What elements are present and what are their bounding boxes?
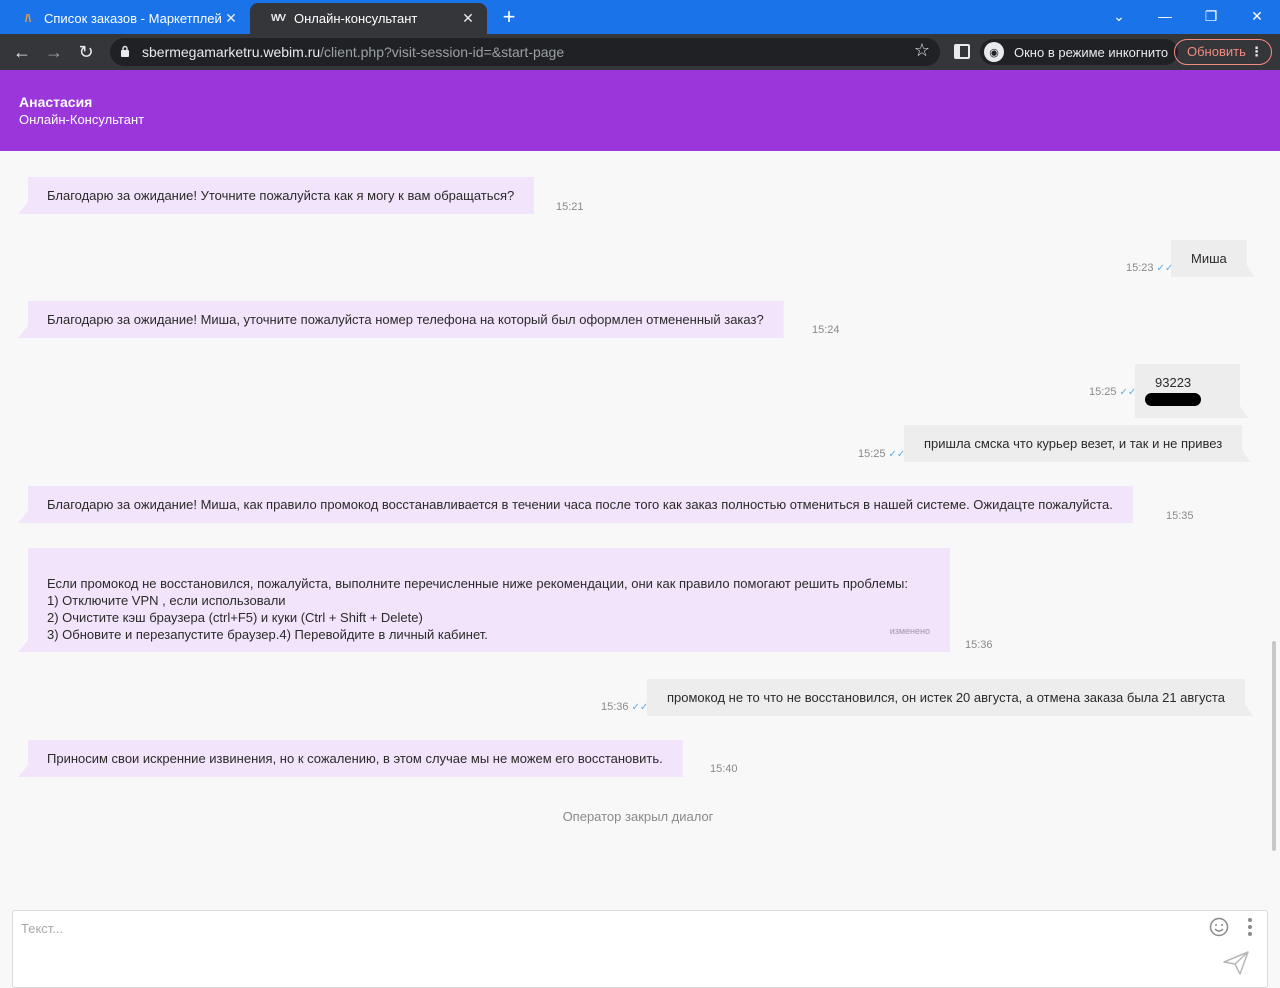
minimize-icon[interactable]: — xyxy=(1142,4,1188,28)
edited-label: изменено xyxy=(889,626,930,636)
browser-tab-bar: /\ Список заказов - Маркетплейс ✕ WV Онл… xyxy=(0,0,1280,34)
message-text: Если промокод не восстановился, пожалуйс… xyxy=(47,576,908,642)
dialog-closed-note: Оператор закрыл диалог xyxy=(562,809,714,824)
tab-title: Онлайн-консультант xyxy=(294,11,418,26)
address-bar[interactable]: sbermegamarketru.webim.ru/client.php?vis… xyxy=(110,38,940,66)
operator-message: Приносим свои искренние извинения, но к … xyxy=(18,740,683,777)
operator-message: Благодарю за ожидание! Миша, уточните по… xyxy=(18,301,784,338)
incognito-indicator[interactable]: ◉ Окно в режиме инкогнито xyxy=(980,39,1179,65)
menu-kebab-icon[interactable]: ⋮ xyxy=(1250,40,1263,64)
lock-icon xyxy=(121,45,129,57)
chat-history[interactable]: Благодарю за ожидание! Уточните пожалуйс… xyxy=(0,151,1280,910)
new-tab-plus-icon[interactable]: + xyxy=(497,5,521,29)
back-arrow-icon[interactable]: ← xyxy=(10,40,34,64)
incognito-icon: ◉ xyxy=(984,42,1004,62)
operator-message: Благодарю за ожидание! Уточните пожалуйс… xyxy=(18,177,534,214)
message-time: 15:25 ✓✓ xyxy=(858,448,906,460)
update-browser-button[interactable]: Обновить ⋮ xyxy=(1174,39,1272,65)
operator-header: Анастасия Онлайн-Консультант xyxy=(0,70,1280,151)
read-check-icon: ✓✓ xyxy=(888,449,906,460)
read-check-icon: ✓✓ xyxy=(631,702,649,713)
operator-message: Если промокод не восстановился, пожалуйс… xyxy=(18,548,950,652)
tab-title: Список заказов - Маркетплейс xyxy=(44,11,222,26)
read-check-icon: ✓✓ xyxy=(1156,263,1174,274)
message-text: 93223 xyxy=(1155,375,1192,390)
operator-message: Благодарю за ожидание! Миша, как правило… xyxy=(18,486,1133,523)
browser-toolbar: ← → ↻ sbermegamarketru.webim.ru/client.p… xyxy=(0,34,1280,70)
reload-icon[interactable]: ↻ xyxy=(74,40,98,64)
tab-online-consultant[interactable]: WV Онлайн-консультант ✕ xyxy=(250,3,487,34)
user-message: пришла смска что курьер везет, и так и н… xyxy=(904,425,1250,462)
operator-name: Анастасия xyxy=(19,94,93,110)
message-time: 15:40 xyxy=(710,763,738,775)
window-close-icon[interactable]: ✕ xyxy=(1234,4,1280,28)
restore-icon[interactable]: ❐ xyxy=(1188,4,1234,28)
message-input[interactable] xyxy=(21,921,1201,981)
user-message: Миша xyxy=(1171,240,1255,277)
tab-search-chevron-icon[interactable]: ⌄ xyxy=(1096,4,1142,28)
read-check-icon: ✓✓ xyxy=(1119,387,1137,398)
message-text: Благодарю за ожидание! Уточните пожалуйс… xyxy=(47,188,515,203)
emoji-icon[interactable] xyxy=(1209,917,1229,937)
close-icon[interactable]: ✕ xyxy=(222,10,240,27)
message-text: Миша xyxy=(1191,251,1227,266)
side-panel-icon[interactable] xyxy=(954,44,970,59)
message-time: 15:36 xyxy=(965,639,993,651)
bookmark-star-icon[interactable]: ☆ xyxy=(914,40,930,61)
update-label: Обновить xyxy=(1187,44,1246,59)
redacted-phone-mark xyxy=(1145,393,1201,406)
user-message: 93223 xyxy=(1135,364,1248,418)
send-icon[interactable] xyxy=(1223,951,1249,975)
chat-scrollbar[interactable] xyxy=(1272,641,1276,851)
close-icon[interactable]: ✕ xyxy=(459,10,477,27)
message-time: 15:25 ✓✓ xyxy=(1089,386,1137,398)
message-time: 15:24 xyxy=(812,324,840,336)
more-options-icon[interactable] xyxy=(1247,917,1253,937)
message-time: 15:36 ✓✓ xyxy=(601,701,649,713)
message-time: 15:35 xyxy=(1166,510,1194,522)
message-time: 15:21 xyxy=(556,201,584,213)
webim-favicon-icon: WV xyxy=(270,13,286,24)
message-text: Приносим свои искренние извинения, но к … xyxy=(47,751,663,766)
message-text: промокод не то что не восстановился, он … xyxy=(667,690,1225,705)
message-text: пришла смска что курьер везет, и так и н… xyxy=(924,436,1223,451)
message-text: Благодарю за ожидание! Миша, уточните по… xyxy=(47,312,764,327)
user-message: промокод не то что не восстановился, он … xyxy=(647,679,1253,716)
marketplace-favicon-icon: /\ xyxy=(24,12,32,25)
operator-role: Онлайн-Консультант xyxy=(19,112,145,127)
message-text: Благодарю за ожидание! Миша, как правило… xyxy=(47,497,1113,512)
url-text: sbermegamarketru.webim.ru/client.php?vis… xyxy=(142,44,565,60)
message-time: 15:23 ✓✓ xyxy=(1126,262,1174,274)
forward-arrow-icon[interactable]: → xyxy=(42,40,66,64)
message-composer xyxy=(12,910,1268,988)
tab-orders[interactable]: /\ Список заказов - Маркетплейс ✕ xyxy=(0,3,250,34)
incognito-label: Окно в режиме инкогнито xyxy=(1014,44,1169,60)
